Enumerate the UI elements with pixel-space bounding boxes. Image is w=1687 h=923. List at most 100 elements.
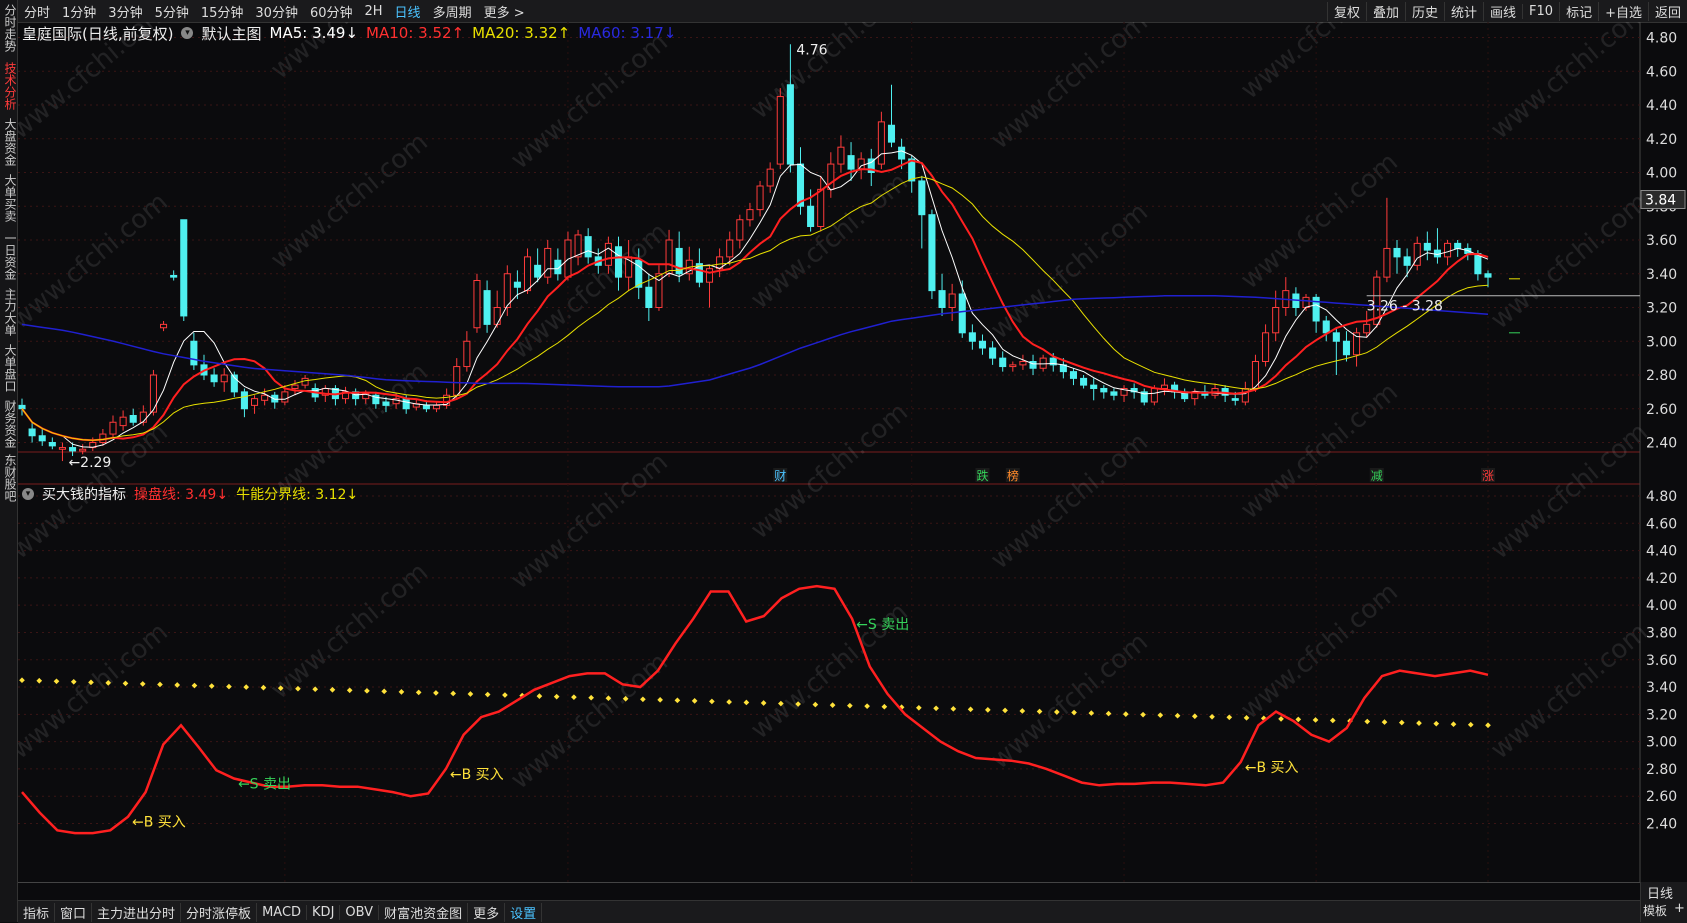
candle-body[interactable]	[38, 435, 46, 442]
candle-body[interactable]	[210, 374, 218, 383]
stock-title[interactable]: 皇庭国际(日线,前复权)	[22, 23, 173, 44]
candle-body[interactable]	[453, 366, 461, 396]
candle-body[interactable]	[513, 281, 521, 288]
kline-chart-area[interactable]: www.cfchi.com www.cfchi.com www.cfchi.com w…	[18, 22, 1687, 882]
period-tab[interactable]: 15分钟	[195, 2, 250, 21]
candle-body[interactable]	[483, 290, 491, 325]
candle-body[interactable]	[139, 411, 147, 423]
sidebar-tab[interactable]: 财务资金	[1, 400, 16, 454]
candle-body[interactable]	[989, 347, 997, 359]
period-tab[interactable]: 5分钟	[149, 2, 195, 21]
candle-body[interactable]	[807, 205, 815, 227]
period-tab[interactable]: 更多 >	[478, 2, 531, 21]
candle-body[interactable]	[170, 274, 178, 278]
sidebar-tab[interactable]: 大单盘口	[1, 344, 16, 398]
event-marker-label[interactable]: 榜	[1007, 468, 1019, 483]
candle-body[interactable]	[382, 401, 390, 406]
candle-body[interactable]	[432, 404, 441, 410]
period-tab[interactable]: 2H	[359, 4, 389, 19]
candle-body[interactable]	[1342, 340, 1350, 356]
indicator-tab[interactable]: 更多	[468, 902, 506, 922]
candle-body[interactable]	[756, 185, 764, 211]
toolbar-button[interactable]: 画线	[1483, 1, 1522, 21]
candle-body[interactable]	[817, 188, 825, 227]
candle-body[interactable]	[1302, 296, 1310, 308]
candle-body[interactable]	[534, 264, 542, 278]
indicator-tab[interactable]: KDJ	[307, 904, 341, 920]
candle-body[interactable]	[28, 428, 36, 437]
sidebar-tab[interactable]: 主力大单	[1, 288, 16, 342]
indicator-title[interactable]: 买大钱的指标	[42, 484, 126, 504]
sidebar-tab[interactable]: 分时走势	[1, 4, 16, 58]
candle-body[interactable]	[877, 121, 885, 165]
signal-label[interactable]: ←B 买入	[132, 815, 186, 831]
candle-body[interactable]	[190, 340, 198, 366]
candle-body[interactable]	[1444, 242, 1452, 258]
indicator-menu-icon[interactable]: ▾	[22, 488, 34, 500]
sidebar-tab[interactable]: 东财股吧	[1, 454, 16, 508]
candle-body[interactable]	[1160, 384, 1169, 389]
candle-body[interactable]	[251, 398, 259, 406]
candle-body[interactable]	[1393, 247, 1401, 258]
candle-body[interactable]	[786, 84, 794, 165]
candle-body[interactable]	[736, 219, 744, 241]
toolbar-button[interactable]: +自选	[1598, 1, 1648, 21]
candle-body[interactable]	[493, 307, 501, 325]
candle-body[interactable]	[1080, 377, 1088, 386]
candle-body[interactable]	[928, 214, 936, 292]
candle-body[interactable]	[705, 268, 714, 283]
candle-body[interactable]	[1322, 320, 1330, 334]
candle-body[interactable]	[1241, 388, 1249, 403]
candle-body[interactable]	[1454, 242, 1462, 249]
candle-body[interactable]	[422, 404, 430, 410]
candle-body[interactable]	[1484, 273, 1492, 278]
candle-body[interactable]	[645, 286, 653, 308]
candle-body[interactable]	[766, 168, 774, 187]
signal-label[interactable]: ←S 卖出	[238, 776, 291, 792]
candle-body[interactable]	[1231, 398, 1239, 401]
candle-body[interactable]	[968, 332, 976, 342]
event-marker-label[interactable]: 减	[1371, 469, 1383, 483]
period-tab[interactable]: 30分钟	[249, 2, 304, 21]
candle-body[interactable]	[1363, 323, 1371, 334]
candle-body[interactable]	[240, 391, 248, 410]
candle-body[interactable]	[604, 242, 612, 266]
candle-body[interactable]	[473, 280, 481, 329]
event-marker-label[interactable]: 财	[774, 469, 786, 483]
indicator-tab[interactable]: 主力进出分时	[92, 902, 182, 922]
candle-body[interactable]	[1090, 384, 1098, 389]
candle-body[interactable]	[18, 404, 26, 410]
candle-body[interactable]	[958, 293, 966, 334]
candle-body[interactable]	[463, 340, 471, 368]
period-indicator[interactable]: 日线	[1647, 883, 1673, 902]
event-marker-label[interactable]: 跌	[976, 468, 988, 483]
toolbar-button[interactable]: 复权	[1326, 1, 1366, 21]
signal-label[interactable]: ←B 买入	[450, 767, 504, 783]
indicator-tab[interactable]: OBV	[340, 904, 380, 920]
candle-body[interactable]	[726, 239, 734, 258]
sidebar-tab[interactable]: 技术分析	[1, 62, 16, 116]
toolbar-button[interactable]: 标记	[1559, 1, 1598, 21]
candle-body[interactable]	[79, 448, 87, 452]
period-tab[interactable]: 日线	[389, 2, 427, 21]
candle-body[interactable]	[523, 256, 532, 292]
candle-body[interactable]	[1423, 242, 1431, 251]
candle-body[interactable]	[614, 246, 623, 278]
candle-body[interactable]	[109, 421, 117, 435]
candle-body[interactable]	[948, 293, 956, 308]
candle-body[interactable]	[1403, 256, 1411, 266]
sidebar-tab[interactable]: 大单买卖	[1, 174, 16, 228]
candle-body[interactable]	[1383, 247, 1391, 278]
indicator-tab[interactable]: 窗口	[55, 902, 93, 922]
signal-label[interactable]: ←B 买入	[1245, 760, 1299, 776]
candle-body[interactable]	[918, 180, 926, 216]
settings-circle-icon[interactable]: ▾	[181, 27, 194, 39]
candle-body[interactable]	[857, 158, 865, 170]
candle-body[interactable]	[69, 447, 77, 452]
candle-body[interactable]	[938, 290, 946, 308]
candle-body[interactable]	[544, 247, 552, 278]
signal-label[interactable]: ←S 卖出	[856, 617, 909, 633]
add-icon[interactable]: +	[1674, 901, 1685, 916]
candle-body[interactable]	[1009, 364, 1017, 368]
toolbar-button[interactable]: 叠加	[1365, 1, 1405, 21]
